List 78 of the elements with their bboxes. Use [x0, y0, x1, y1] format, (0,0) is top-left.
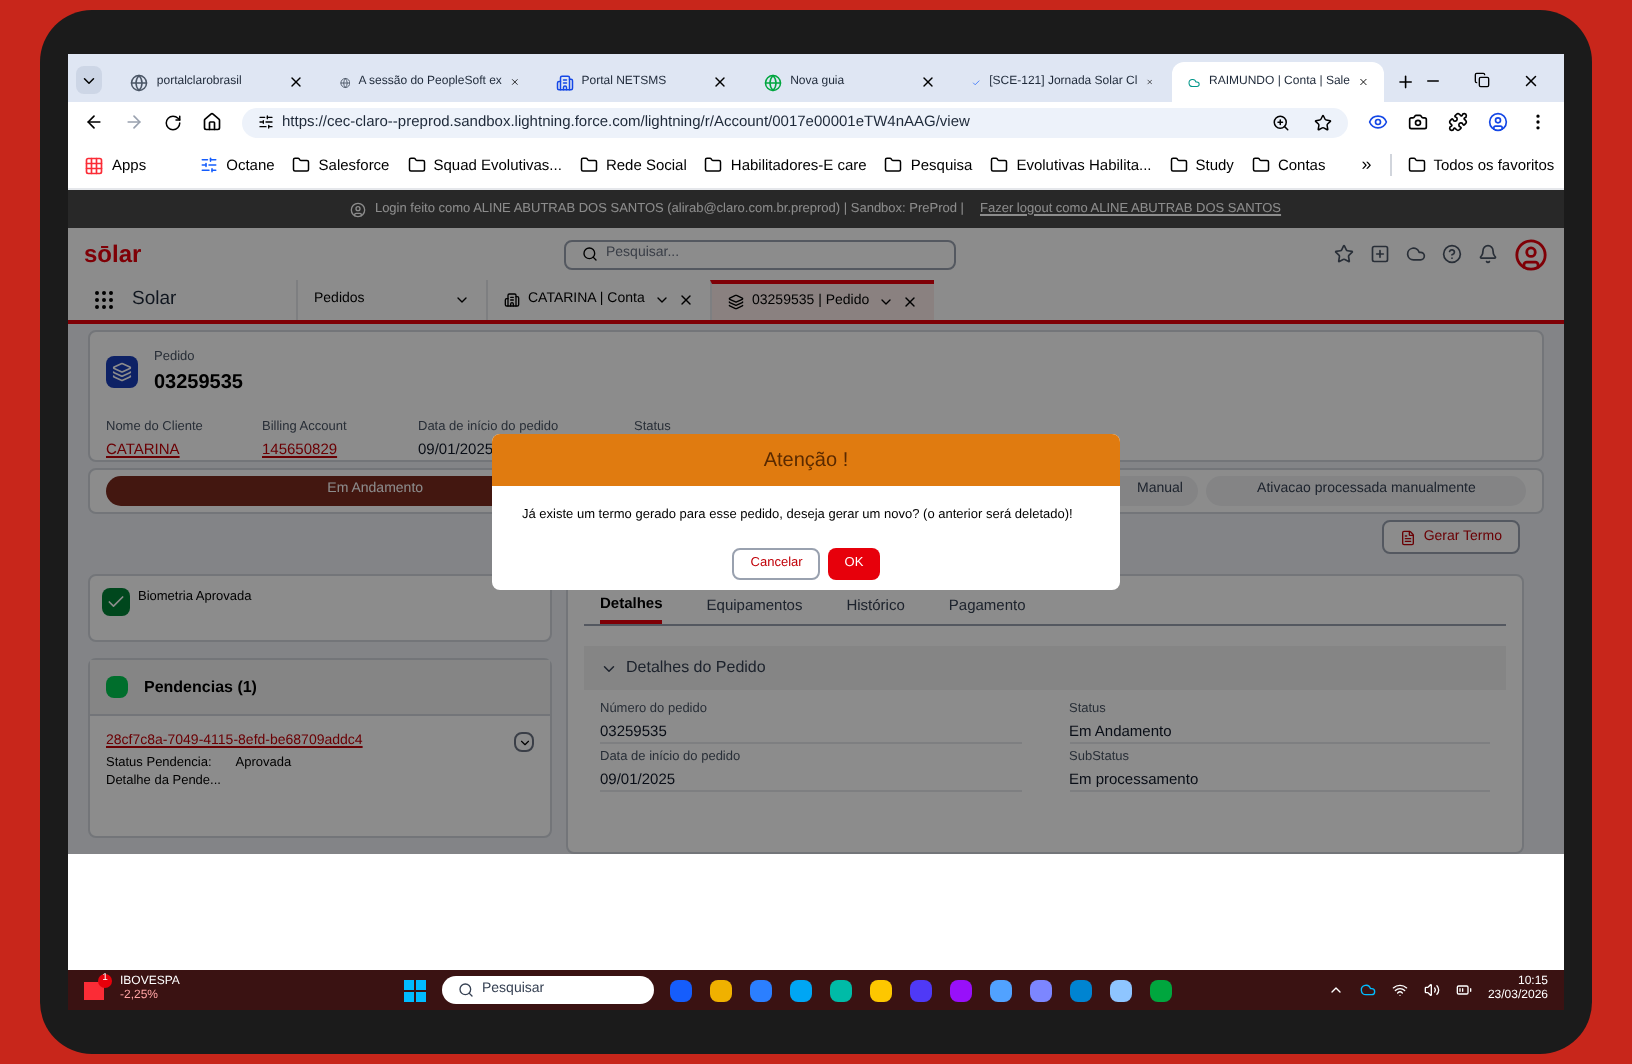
favorites-icon[interactable]	[1334, 244, 1354, 264]
search-icon	[582, 246, 598, 262]
help-icon[interactable]	[1442, 244, 1462, 264]
pending-icon	[106, 676, 128, 698]
chevron-down-icon[interactable]	[454, 292, 470, 308]
home-icon[interactable]	[202, 112, 222, 132]
section-header[interactable]: Detalhes do Pedido	[584, 646, 1506, 691]
search-icon	[458, 982, 474, 998]
new-tab-icon[interactable]	[1396, 72, 1416, 92]
chevron-down-icon[interactable]	[878, 294, 894, 310]
chevron-down-icon[interactable]	[654, 292, 670, 308]
app-icon[interactable]	[830, 979, 852, 1001]
app-icon[interactable]	[790, 979, 812, 1001]
zoom-icon	[1272, 113, 1290, 131]
user-icon	[350, 201, 367, 217]
folder-icon	[704, 156, 723, 174]
cloud-icon[interactable]	[1359, 982, 1376, 998]
account-icon	[504, 292, 520, 308]
portal-icon	[555, 73, 574, 91]
app-icon	[200, 156, 219, 174]
close-icon[interactable]	[287, 74, 304, 90]
folder-icon	[990, 156, 1009, 174]
dropdown-button[interactable]	[514, 732, 534, 752]
dialog-title: Atenção !	[763, 447, 849, 475]
forward-icon[interactable]	[124, 112, 144, 132]
restore-icon[interactable]	[1474, 72, 1490, 88]
app-icon[interactable]	[750, 979, 772, 1001]
close-icon[interactable]	[509, 74, 520, 90]
globe-icon	[130, 73, 149, 91]
wifi-icon[interactable]	[1391, 982, 1408, 998]
close-icon[interactable]	[678, 292, 694, 308]
bookmark-star-icon[interactable]	[1314, 113, 1332, 131]
close-icon[interactable]	[920, 74, 937, 90]
close-icon[interactable]	[712, 74, 729, 90]
folder-icon	[1407, 156, 1426, 174]
bell-icon[interactable]	[1478, 244, 1498, 264]
folder-icon	[1169, 156, 1188, 174]
cloud-icon[interactable]	[1406, 244, 1426, 264]
app-icon[interactable]	[990, 979, 1012, 1001]
folder-icon	[884, 156, 903, 174]
folder-icon	[292, 156, 311, 174]
tab-list-button[interactable]	[76, 66, 103, 94]
add-icon[interactable]	[1370, 244, 1390, 264]
apps-grid-icon[interactable]	[84, 155, 104, 175]
folder-icon	[407, 156, 426, 174]
battery-icon[interactable]	[1455, 982, 1472, 998]
record-title: 03259535	[154, 369, 243, 398]
volume-icon[interactable]	[1423, 982, 1440, 998]
extensions-icon[interactable]	[1448, 112, 1468, 132]
app-icon[interactable]	[1030, 979, 1052, 1001]
back-icon[interactable]	[84, 112, 104, 132]
folder-icon	[579, 156, 598, 174]
start-icon[interactable]	[404, 979, 426, 1001]
app-icon[interactable]	[1110, 979, 1132, 1001]
app-logo: sōlar	[84, 238, 144, 272]
profile-icon[interactable]	[1488, 112, 1508, 132]
app-launcher-icon[interactable]	[92, 288, 116, 312]
avatar-icon[interactable]	[1514, 237, 1548, 271]
chevron-up-icon[interactable]	[1327, 982, 1344, 998]
order-icon	[728, 294, 744, 310]
reload-icon[interactable]	[164, 113, 182, 131]
browser-icon	[764, 73, 783, 91]
app-icon[interactable]	[710, 979, 732, 1001]
close-icon[interactable]	[1522, 72, 1540, 90]
order-icon	[106, 356, 138, 389]
cloud-icon	[1188, 73, 1201, 91]
folder-icon	[1251, 156, 1270, 174]
eye-icon[interactable]	[1368, 112, 1388, 132]
chevron-down-icon	[517, 735, 531, 749]
site-settings-icon	[258, 114, 274, 130]
app-icon[interactable]	[1150, 979, 1172, 1001]
more-bookmarks-button[interactable]: »	[1361, 151, 1372, 179]
globe-icon	[339, 73, 351, 91]
card-title: Pendencias (1)	[144, 675, 257, 699]
app-name: Solar	[132, 285, 177, 314]
document-icon	[1399, 529, 1416, 546]
camera-icon[interactable]	[1408, 112, 1428, 132]
app-icon[interactable]	[870, 979, 892, 1001]
